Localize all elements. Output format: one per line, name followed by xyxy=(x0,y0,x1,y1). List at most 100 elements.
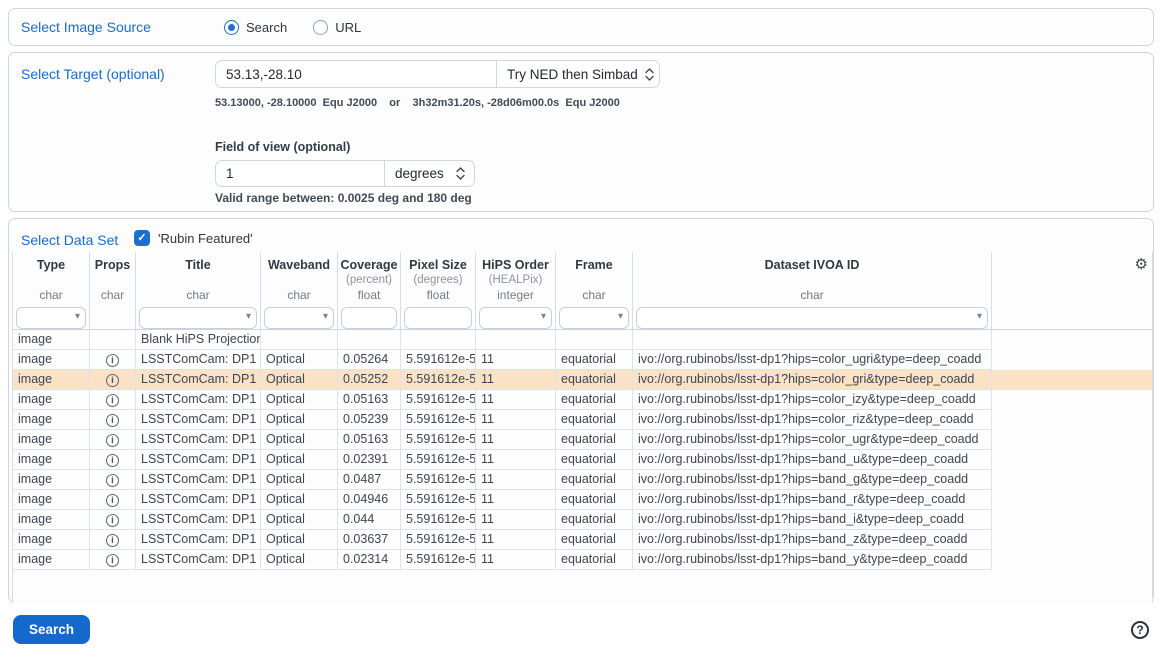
column-name: Dataset IVOA ID xyxy=(633,257,991,274)
cell-props: i xyxy=(90,510,136,530)
info-icon[interactable]: i xyxy=(106,514,119,527)
cell-frame xyxy=(556,330,633,350)
table-row[interactable]: imageiLSSTComCam: DP1 zOptical0.036375.5… xyxy=(13,530,1152,550)
table-row[interactable]: imageiLSSTComCam: DP1 yOptical0.023145.5… xyxy=(13,550,1152,570)
table-row[interactable]: imageiLSSTComCam: DP1 iOptical0.0445.591… xyxy=(13,510,1152,530)
column-unit: (degrees) xyxy=(401,274,475,288)
cell-hips_order: 11 xyxy=(476,390,556,410)
info-icon[interactable]: i xyxy=(106,454,119,467)
column-name: Type xyxy=(13,257,89,274)
cell-ivoa_id: ivo://org.rubinobs/lsst-dp1?hips=band_i&… xyxy=(633,510,992,530)
cell-frame: equatorial xyxy=(556,490,633,510)
column-unit xyxy=(136,274,260,288)
cell-waveband: Optical xyxy=(261,370,338,390)
cell-title: LSSTComCam: DP1 riz xyxy=(136,410,261,430)
table-row[interactable]: imageiLSSTComCam: DP1 gOptical0.04875.59… xyxy=(13,470,1152,490)
table-row[interactable]: imageiLSSTComCam: DP1 ugrOptical0.051635… xyxy=(13,430,1152,450)
column-dtype: float xyxy=(401,288,475,303)
info-icon[interactable]: i xyxy=(106,534,119,547)
info-icon[interactable]: i xyxy=(106,554,119,567)
table-row[interactable]: imageBlank HiPS Projection xyxy=(13,330,1152,350)
column-header-ivoa_id[interactable]: Dataset IVOA IDchar▾ xyxy=(633,252,992,329)
cell-type: image xyxy=(13,470,90,490)
column-header-title[interactable]: Titlechar▾ xyxy=(136,252,261,329)
table-row[interactable]: imageiLSSTComCam: DP1 rOptical0.049465.5… xyxy=(13,490,1152,510)
cell-props: i xyxy=(90,370,136,390)
cell-props xyxy=(90,330,136,350)
table-row[interactable]: imageiLSSTComCam: DP1 izyOptical0.051635… xyxy=(13,390,1152,410)
cell-hips_order: 11 xyxy=(476,470,556,490)
fov-input[interactable] xyxy=(215,160,385,187)
cell-ivoa_id: ivo://org.rubinobs/lsst-dp1?hips=color_u… xyxy=(633,350,992,370)
column-header-pixel_size[interactable]: Pixel Size(degrees)float xyxy=(401,252,476,329)
info-icon[interactable]: i xyxy=(106,394,119,407)
cell-filler xyxy=(992,430,1152,450)
filter-hips_order[interactable]: ▾ xyxy=(479,307,552,329)
column-header-hips_order[interactable]: HiPS Order(HEALPix)integer▾ xyxy=(476,252,556,329)
cell-hips_order: 11 xyxy=(476,410,556,430)
field-of-view-label: Field of view (optional) xyxy=(215,140,660,154)
filter-type[interactable]: ▾ xyxy=(16,307,86,329)
filter-waveband[interactable]: ▾ xyxy=(264,307,334,329)
rubin-featured-option[interactable]: ✓ 'Rubin Featured' xyxy=(134,230,253,246)
column-dtype: char xyxy=(556,288,632,303)
cell-type: image xyxy=(13,430,90,450)
table-row[interactable]: imageiLSSTComCam: DP1 ugriOptical0.05264… xyxy=(13,350,1152,370)
resolver-value: Try NED then Simbad xyxy=(507,67,638,82)
filter-title[interactable]: ▾ xyxy=(139,307,257,329)
target-input[interactable] xyxy=(215,60,497,88)
cell-hips_order: 11 xyxy=(476,350,556,370)
info-icon[interactable]: i xyxy=(106,374,119,387)
fov-unit-select[interactable]: degrees xyxy=(384,160,475,187)
cell-waveband: Optical xyxy=(261,550,338,570)
cell-filler xyxy=(992,450,1152,470)
cell-props: i xyxy=(90,490,136,510)
info-icon[interactable]: i xyxy=(106,434,119,447)
info-icon[interactable]: i xyxy=(106,354,119,367)
radio-option-search[interactable]: Search xyxy=(224,20,287,35)
cell-frame: equatorial xyxy=(556,430,633,450)
cell-type: image xyxy=(13,510,90,530)
chevron-down-icon: ▾ xyxy=(541,311,546,322)
column-dtype: char xyxy=(136,288,260,303)
target-input-row: Try NED then Simbad xyxy=(215,60,660,88)
search-button[interactable]: Search xyxy=(13,615,90,644)
rubin-featured-checkbox[interactable]: ✓ xyxy=(134,230,150,246)
cell-frame: equatorial xyxy=(556,510,633,530)
cell-waveband xyxy=(261,330,338,350)
cell-filler xyxy=(992,370,1152,390)
cell-hips_order: 11 xyxy=(476,450,556,470)
table-row[interactable]: imageiLSSTComCam: DP1 griOptical0.052525… xyxy=(13,370,1152,390)
table-options-gear-icon[interactable]: ⚙ xyxy=(1135,257,1148,272)
fov-unit-value: degrees xyxy=(395,166,444,181)
cell-waveband: Optical xyxy=(261,410,338,430)
cell-hips_order: 11 xyxy=(476,370,556,390)
column-header-waveband[interactable]: Wavebandchar▾ xyxy=(261,252,338,329)
radio-option-url[interactable]: URL xyxy=(313,20,361,35)
filter-ivoa_id[interactable]: ▾ xyxy=(636,307,988,329)
column-header-props[interactable]: Propschar xyxy=(90,252,136,329)
chevron-down-icon: ▾ xyxy=(246,311,251,322)
image-source-radio-group: Search URL xyxy=(224,20,361,35)
filter-pixel_size[interactable] xyxy=(404,307,472,329)
cell-props: i xyxy=(90,470,136,490)
radio-url[interactable] xyxy=(313,20,328,35)
resolver-select[interactable]: Try NED then Simbad xyxy=(496,60,660,88)
help-icon[interactable]: ? xyxy=(1131,621,1149,639)
cell-type: image xyxy=(13,390,90,410)
column-name: Pixel Size xyxy=(401,257,475,274)
filter-frame[interactable]: ▾ xyxy=(559,307,629,329)
column-header-frame[interactable]: Framechar▾ xyxy=(556,252,633,329)
info-icon[interactable]: i xyxy=(106,474,119,487)
resolved-coordinates: 53.13000, -28.10000 Equ J2000 or 3h32m31… xyxy=(215,97,660,109)
column-header-coverage[interactable]: Coverage(percent)float xyxy=(338,252,401,329)
table-row[interactable]: imageiLSSTComCam: DP1 rizOptical0.052395… xyxy=(13,410,1152,430)
table-row[interactable]: imageiLSSTComCam: DP1 uOptical0.023915.5… xyxy=(13,450,1152,470)
select-data-set-panel: Select Data Set ✓ 'Rubin Featured' Typec… xyxy=(8,218,1154,603)
column-header-type[interactable]: Typechar▾ xyxy=(13,252,90,329)
cell-coverage: 0.05252 xyxy=(338,370,401,390)
info-icon[interactable]: i xyxy=(106,414,119,427)
info-icon[interactable]: i xyxy=(106,494,119,507)
radio-search[interactable] xyxy=(224,20,239,35)
filter-coverage[interactable] xyxy=(341,307,397,329)
